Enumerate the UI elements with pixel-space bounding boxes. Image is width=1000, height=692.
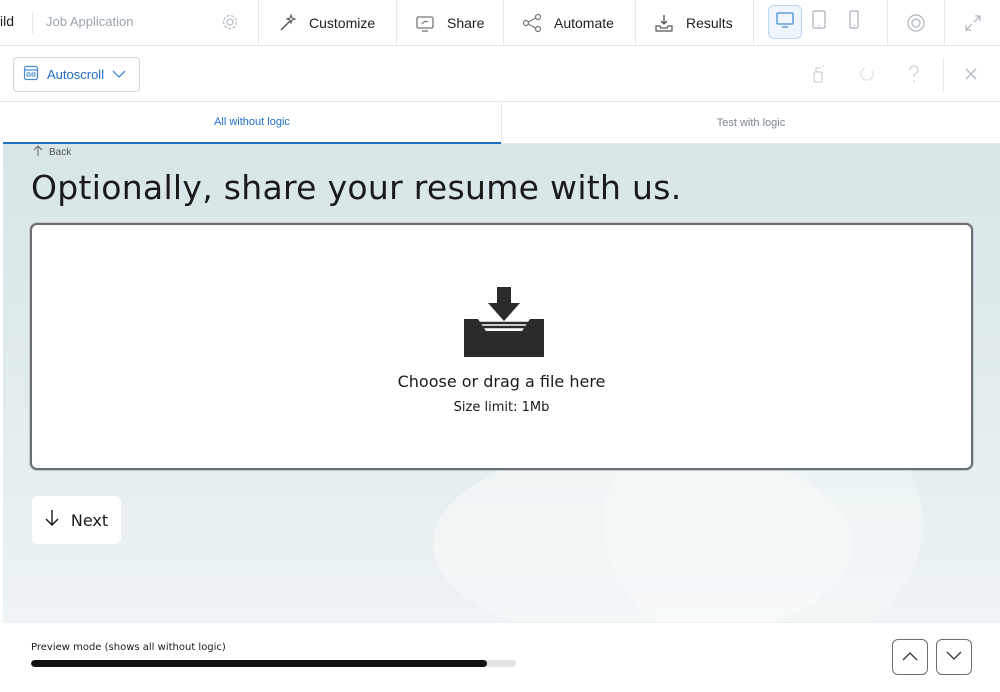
arrow-down-icon	[45, 509, 59, 531]
next-question-button[interactable]	[936, 639, 972, 675]
tablet-icon	[811, 9, 827, 35]
build-tab-label[interactable]: ild	[0, 13, 14, 29]
previous-question-button[interactable]	[892, 639, 928, 675]
tab-all-without-logic[interactable]: All without logic	[3, 102, 501, 144]
preview-footer: Preview mode (shows all without logic)	[3, 622, 1000, 692]
customize-button[interactable]: Customize	[258, 0, 396, 46]
dropzone-size-limit: Size limit: 1Mb	[453, 400, 550, 415]
autoscroll-dropdown[interactable]: Autoscroll	[13, 57, 140, 92]
download-tray-icon	[464, 285, 544, 364]
results-label: Results	[686, 15, 733, 31]
magic-wand-icon	[277, 13, 297, 33]
desktop-view-button[interactable]	[768, 5, 802, 39]
inbox-tray-icon	[654, 13, 674, 33]
back-button[interactable]: Back	[33, 145, 71, 160]
form-preview: Back Optionally, share your resume with …	[3, 144, 1000, 622]
arrow-up-icon	[33, 145, 43, 160]
automate-button[interactable]: Automate	[503, 0, 635, 46]
tablet-view-button[interactable]	[802, 5, 836, 39]
progress-fill	[31, 660, 487, 667]
question-title: Optionally, share your resume with us.	[31, 168, 682, 207]
preview-toolbar	[0, 46, 1000, 102]
divider	[943, 58, 944, 91]
chevron-down-icon	[112, 67, 126, 82]
mobile-icon	[848, 9, 860, 35]
mobile-view-button[interactable]	[837, 5, 871, 39]
lifebuoy-icon	[906, 13, 926, 33]
refresh-icon[interactable]	[858, 64, 876, 89]
share-button[interactable]: Share	[396, 0, 503, 46]
tab-test-with-logic[interactable]: Test with logic	[501, 102, 1000, 144]
question-icon[interactable]	[906, 64, 922, 89]
help-button[interactable]	[887, 0, 944, 46]
close-icon[interactable]	[964, 67, 978, 86]
divider	[32, 12, 33, 34]
autoscroll-icon	[23, 65, 39, 84]
back-label: Back	[49, 147, 72, 158]
progress-bar	[31, 660, 516, 667]
share-label: Share	[447, 15, 485, 31]
file-dropzone[interactable]: Choose or drag a file here Size limit: 1…	[30, 223, 973, 470]
tab-label: Test with logic	[716, 116, 786, 129]
next-button[interactable]: Next	[32, 496, 121, 544]
chevron-down-icon	[946, 648, 962, 666]
autoscroll-label: Autoscroll	[47, 67, 105, 82]
fullscreen-button[interactable]	[944, 0, 1000, 46]
top-bar: ild Job Application Customize Share Auto…	[0, 0, 1000, 46]
form-name[interactable]: Job Application	[46, 14, 133, 29]
customize-label: Customize	[309, 15, 376, 31]
dropzone-main-text: Choose or drag a file here	[397, 372, 606, 391]
expand-icon	[963, 13, 983, 33]
next-label: Next	[70, 510, 109, 530]
automate-label: Automate	[554, 15, 614, 31]
chevron-up-icon	[902, 648, 918, 666]
tab-label: All without logic	[214, 116, 290, 128]
share-screen-icon	[415, 13, 435, 33]
results-button[interactable]: Results	[635, 0, 753, 46]
preview-tabs: All without logic Test with logic	[3, 102, 1000, 144]
gear-icon[interactable]	[221, 13, 239, 36]
share-nodes-icon	[522, 13, 542, 33]
preview-mode-label: Preview mode (shows all without logic)	[31, 642, 226, 653]
spray-bottle-icon[interactable]	[811, 64, 825, 89]
desktop-icon	[775, 11, 795, 34]
